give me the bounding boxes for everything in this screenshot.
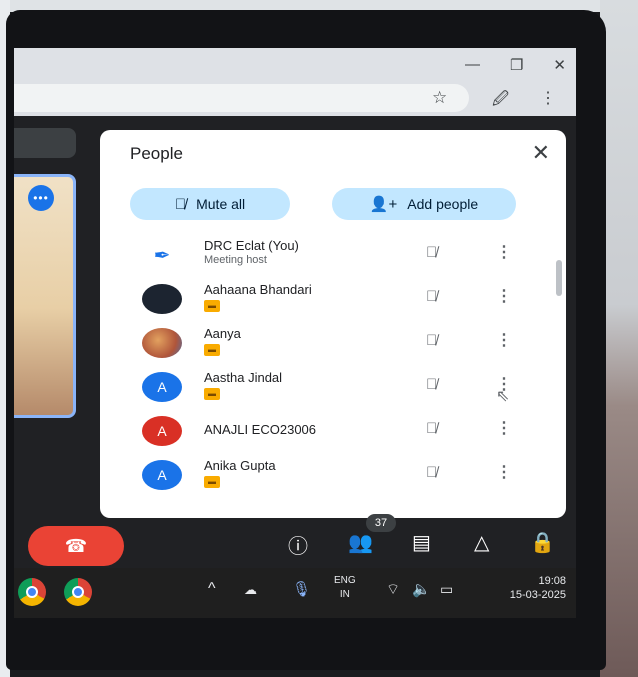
avatar: ✒ [153,244,171,267]
mute-all-button[interactable]: 🎙̸ Mute all [130,188,290,220]
panel-title: People [130,144,183,163]
mute-all-label: Mute all [196,196,246,212]
participant-list: ✒ DRC Eclat (You) Meeting host 🎙̸ ⋮ Aaha… [130,234,540,498]
language-code: ENG [334,575,356,586]
participant-name: Anika Gupta [204,458,276,473]
video-tile[interactable]: ••• [14,174,76,418]
participant-role: Meeting host [204,254,267,266]
mouse-cursor-icon: ⇖ [496,388,510,405]
more-options-icon[interactable]: ⋮ [496,462,512,482]
participant-row[interactable]: Aanya ▬ 🎙̸ ⋮ [130,322,540,366]
volume-icon[interactable]: 🔈 [412,580,431,598]
host-controls-icon[interactable]: 🔒 [530,530,555,555]
chrome-icon[interactable] [18,578,46,606]
clock-time: 19:08 [538,575,566,587]
participant-row[interactable]: Aahaana Bhandari ▬ 🎙̸ ⋮ [130,278,540,322]
close-panel-button[interactable]: ✕ [532,140,550,166]
avatar: A [142,460,182,490]
avatar [142,328,182,358]
laptop-bezel: — ❐ ✕ ☆ 🖉 ⋮ ••• People ✕ 🎙̸ Mute all 👤+ … [6,10,606,670]
chat-icon[interactable]: ▤ [412,530,431,555]
browser-menu-button[interactable]: ⋮ [540,88,556,108]
info-icon[interactable]: ⓘ [288,530,308,559]
region-code: IN [339,589,350,600]
chevron-up-icon[interactable]: ^ [208,580,216,598]
window-controls: — ❐ ✕ [465,56,566,74]
battery-icon[interactable]: ▭ [440,581,453,598]
role-tag-icon: ▬ [204,300,220,312]
people-panel: People ✕ 🎙̸ Mute all 👤+ Add people ✒ DRC… [100,130,566,518]
microphone-icon[interactable]: 🎙 [292,580,311,598]
chrome-icon[interactable] [64,578,92,606]
more-options-icon[interactable]: ⋮ [496,330,512,350]
close-window-button[interactable]: ✕ [553,56,566,74]
avatar: A [142,372,182,402]
participant-name: DRC Eclat (You) [204,238,299,253]
role-tag-icon: ▬ [204,344,220,356]
meeting-controls: ☎ ⓘ 👥 37 ▤ △ 🔒 [14,514,576,568]
participant-name: Aastha Jindal [204,370,283,385]
restore-button[interactable]: ❐ [510,56,523,74]
participant-name: Aanya [204,326,241,341]
avatar: A [142,416,182,446]
participant-name: Aahaana Bhandari [204,282,312,297]
more-options-icon[interactable]: ⋮ [496,418,512,438]
add-people-button[interactable]: 👤+ Add people [332,188,516,220]
wifi-icon[interactable]: ⌔ [386,580,400,599]
people-icon[interactable]: 👥 [348,530,373,555]
participant-row[interactable]: ✒ DRC Eclat (You) Meeting host 🎙̸ ⋮ [130,234,540,278]
minimize-button[interactable]: — [465,56,480,74]
taskbar: ^ ☁ 🎙 ENG IN ⌔ 🔈 ▭ 19:08 15-03-2025 [14,568,576,618]
mic-off-icon[interactable]: 🎙̸ [426,332,437,349]
clock-date: 15-03-2025 [509,589,566,601]
address-bar[interactable] [14,84,469,112]
people-count-badge: 37 [366,514,396,532]
browser-toolbar: — ❐ ✕ ☆ 🖉 ⋮ [14,48,576,116]
participant-row[interactable]: A Aastha Jindal ▬ 🎙̸ ⋮ [130,366,540,410]
participant-row[interactable]: A Anika Gupta ▬ 🎙̸ ⋮ [130,454,540,498]
more-options-icon[interactable]: ⋮ [496,242,512,262]
add-person-icon: 👤+ [369,196,398,213]
language-indicator[interactable]: ENG IN [334,574,356,602]
end-call-button[interactable]: ☎ [28,526,124,566]
role-tag-icon: ▬ [204,476,220,488]
mic-off-icon[interactable]: 🎙̸ [426,376,437,393]
mic-off-icon[interactable]: 🎙̸ [426,464,437,481]
participant-name: ANAJLI ECO23006 [204,422,317,437]
mic-off-icon[interactable]: 🎙̸ [426,244,437,261]
cloud-icon[interactable]: ☁ [244,582,257,598]
meeting-header-strip [14,128,76,158]
mic-off-icon[interactable]: 🎙̸ [426,420,437,437]
avatar [142,284,182,314]
activities-icon[interactable]: △ [474,530,489,555]
participant-row[interactable]: A ANAJLI ECO23006 🎙̸ ⋮ [130,410,540,454]
panel-scrollbar[interactable] [556,260,562,296]
star-icon[interactable]: ☆ [432,88,447,108]
clock[interactable]: 19:08 15-03-2025 [510,574,566,602]
add-people-label: Add people [407,196,479,212]
extensions-icon[interactable]: 🖉 [492,88,509,115]
laptop-screen: — ❐ ✕ ☆ 🖉 ⋮ ••• People ✕ 🎙̸ Mute all 👤+ … [14,48,576,618]
audio-indicator-icon: ••• [28,185,54,211]
mic-off-icon[interactable]: 🎙̸ [426,288,437,305]
more-options-icon[interactable]: ⋮ [496,286,512,306]
mic-off-icon: 🎙̸ [174,195,187,213]
role-tag-icon: ▬ [204,388,220,400]
